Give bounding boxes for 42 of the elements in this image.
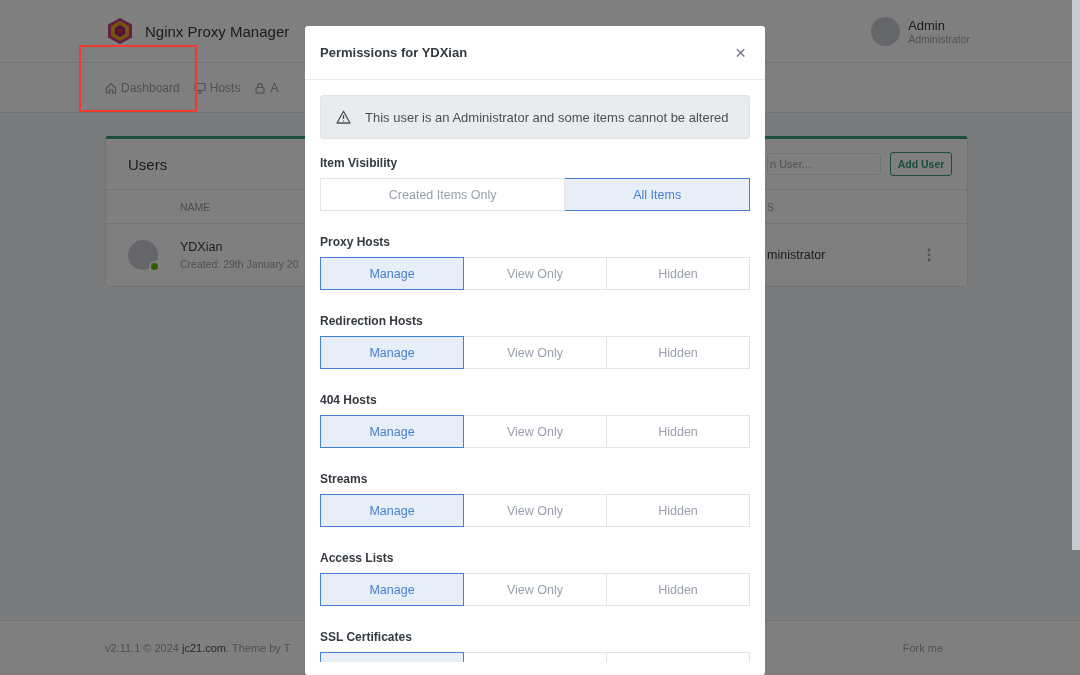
warning-icon [336,110,351,124]
section-label: 404 Hosts [320,393,378,407]
section-label: Item Visibility [320,156,399,170]
option-button[interactable]: View Only [464,336,607,369]
app-title: Nginx Proxy Manager [145,22,290,40]
option-button[interactable]: Manage [320,573,464,606]
lock-icon [254,81,267,94]
user-role: ministrator [767,248,826,262]
option-button[interactable]: View Only [464,415,607,448]
section-label: Access Lists [320,551,395,565]
monitor-icon [193,81,206,94]
option-button[interactable]: Manage [320,257,464,290]
hexagon-logo-icon [107,17,133,45]
section-label: Redirection Hosts [320,314,424,328]
option-button[interactable]: Manage [320,336,464,369]
option-button[interactable]: Manage [320,415,464,448]
option-button[interactable]: Manage [320,494,464,527]
section-label: SSL Certificates [320,630,413,644]
option-button[interactable]: View Only [464,494,607,527]
option-button[interactable]: Hidden [607,573,750,606]
option-button[interactable]: Hidden [607,494,750,527]
kebab-menu-icon [927,248,931,262]
user-name: YDXian [180,240,223,254]
house-icon [105,81,117,94]
option-button[interactable]: View Only [464,257,607,290]
alert-text: This user is an Administrator and some items cannot be altered [365,109,729,125]
card-title: Users [128,155,168,173]
add-user-button[interactable]: Add User [890,152,952,176]
close-button[interactable]: × [730,41,750,64]
option-button[interactable]: All Items [565,178,750,211]
dialog-title: Permissions for YDXian [320,45,468,60]
option-button[interactable]: View Only [464,573,607,606]
section-label: Proxy Hosts [320,235,392,249]
option-button[interactable]: Created Items Only [320,178,566,211]
avatar [871,16,901,46]
section-label: Streams [320,472,369,486]
scrollbar[interactable] [1072,0,1080,550]
option-button[interactable]: Hidden [607,336,750,369]
option-button[interactable]: Hidden [607,415,750,448]
option-button[interactable] [320,652,464,662]
user-name: Admin [908,17,946,33]
option-button[interactable]: Hidden [607,257,750,290]
